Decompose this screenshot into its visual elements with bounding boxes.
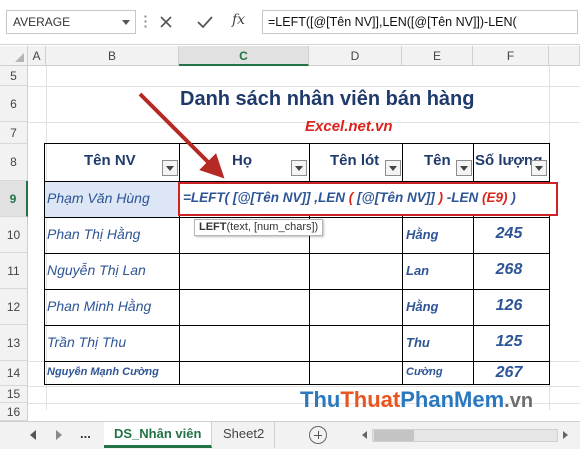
- select-all-button[interactable]: [0, 46, 28, 66]
- select-all-icon: [15, 53, 24, 62]
- table-border: [44, 325, 550, 326]
- table-cell-ten[interactable]: Hằng: [406, 299, 439, 314]
- gridline: [28, 122, 580, 123]
- sheet-title: Danh sách nhân viên bán hàng: [180, 88, 475, 110]
- horizontal-scrollbar[interactable]: [360, 428, 580, 443]
- table-cell-quantity[interactable]: 267: [474, 364, 544, 382]
- row-header-16[interactable]: 16: [0, 403, 28, 421]
- scroll-left-icon[interactable]: [30, 430, 36, 440]
- watermark: ThuThuatPhanMem.vn: [300, 387, 534, 412]
- row-header-11[interactable]: 11: [0, 253, 28, 289]
- filter-dropdown-icon[interactable]: [531, 160, 547, 176]
- column-header-a[interactable]: A: [28, 46, 46, 66]
- scroll-right-icon[interactable]: [563, 431, 568, 439]
- column-header-e[interactable]: E: [402, 46, 473, 66]
- sheet-tab-ds-nhan-vien[interactable]: DS_Nhân viên: [104, 422, 213, 448]
- filter-dropdown-icon[interactable]: [385, 160, 401, 176]
- column-header-extra: [549, 46, 580, 66]
- table-border: [44, 289, 550, 290]
- table-cell-ten[interactable]: Thu: [406, 335, 430, 350]
- table-cell-quantity[interactable]: 245: [474, 225, 544, 243]
- table-cell-name[interactable]: Nguyễn Thị Lan: [47, 262, 146, 278]
- cell-edit-formula[interactable]: =LEFT( [@[Tên NV]] ,LEN ( [@[Tên NV]] ) …: [178, 182, 558, 216]
- table-border: [44, 253, 550, 254]
- insert-function-button[interactable]: fx: [232, 12, 245, 28]
- scroll-right-icon[interactable]: [56, 430, 62, 440]
- row-header-6[interactable]: 6: [0, 86, 28, 122]
- row-header-9[interactable]: 9: [0, 181, 28, 217]
- row-header-14[interactable]: 14: [0, 361, 28, 386]
- table-cell-quantity[interactable]: 268: [474, 261, 544, 279]
- sheet-tab-sheet2[interactable]: Sheet2: [213, 422, 276, 448]
- sheet-tab-bar: ... DS_Nhân viên Sheet2: [0, 421, 580, 449]
- add-sheet-icon[interactable]: [309, 426, 327, 444]
- table-cell-name[interactable]: Trần Thị Thu: [47, 334, 126, 350]
- function-tooltip[interactable]: LEFT(text, [num_chars]): [194, 219, 324, 236]
- table-cell-ten[interactable]: Cường: [406, 366, 443, 378]
- filter-dropdown-icon[interactable]: [162, 160, 178, 176]
- column-header-d[interactable]: D: [309, 46, 402, 66]
- table-cell-ten[interactable]: Hằng: [406, 227, 439, 242]
- brand-label: Excel.net.vn: [305, 118, 393, 135]
- row-header-10[interactable]: 10: [0, 217, 28, 253]
- column-header-f[interactable]: F: [473, 46, 549, 66]
- chevron-down-icon[interactable]: [122, 20, 130, 25]
- formula-text: =LEFT([@[Tên NV]],LEN([@[Tên NV]])-LEN(: [268, 15, 517, 29]
- table-header-ten-lot: Tên lót: [330, 152, 380, 169]
- scroll-left-icon[interactable]: [362, 431, 367, 439]
- row-header-8[interactable]: 8: [0, 144, 28, 181]
- enter-button[interactable]: [188, 10, 220, 34]
- table-cell-name[interactable]: Phan Minh Hằng: [47, 298, 151, 314]
- name-box[interactable]: AVERAGE: [6, 10, 136, 34]
- table-cell-name[interactable]: Phan Thị Hằng: [47, 226, 140, 242]
- table-cell-quantity[interactable]: 125: [474, 333, 544, 351]
- filter-dropdown-icon[interactable]: [291, 160, 307, 176]
- table-border: [179, 143, 180, 385]
- table-border: [309, 143, 310, 385]
- formula-bar: AVERAGE fx =LEFT([@[Tên NV]],LEN([@[Tên …: [0, 0, 580, 46]
- close-icon: [160, 16, 172, 28]
- table-border: [549, 143, 550, 385]
- row-header-13[interactable]: 13: [0, 325, 28, 361]
- divider: [0, 44, 580, 45]
- row-header-5[interactable]: 5: [0, 66, 28, 86]
- table-border: [44, 361, 550, 362]
- gridline: [28, 86, 580, 87]
- cancel-button[interactable]: [150, 10, 182, 34]
- column-header-c[interactable]: C: [179, 46, 309, 66]
- more-sheets-button[interactable]: ...: [80, 426, 91, 441]
- row-header-15[interactable]: 15: [0, 386, 28, 403]
- table-header-ten-nv: Tên NV: [84, 152, 136, 169]
- formula-input[interactable]: =LEFT([@[Tên NV]],LEN([@[Tên NV]])-LEN(: [262, 10, 578, 34]
- drag-handle-icon[interactable]: [144, 14, 147, 30]
- name-box-value: AVERAGE: [13, 15, 71, 29]
- table-cell-ten[interactable]: Lan: [406, 263, 429, 278]
- table-header-ho: Họ: [232, 152, 252, 169]
- table-cell-quantity[interactable]: 126: [474, 297, 544, 315]
- row-header-12[interactable]: 12: [0, 289, 28, 325]
- row-header-7[interactable]: 7: [0, 122, 28, 144]
- column-header-b[interactable]: B: [46, 46, 179, 66]
- scrollbar-thumb[interactable]: [374, 430, 414, 441]
- checkmark-icon: [197, 16, 213, 29]
- filter-dropdown-icon[interactable]: [456, 160, 472, 176]
- table-border: [44, 217, 550, 218]
- cell-edit-text: =LEFT( [@[Tên NV]] ,LEN ( [@[Tên NV]] ) …: [183, 190, 516, 205]
- table-cell-name[interactable]: Phạm Văn Hùng: [47, 190, 150, 206]
- table-border: [44, 143, 45, 385]
- table-border: [402, 143, 403, 385]
- table-border: [44, 384, 550, 385]
- table-cell-name[interactable]: Nguyễn Mạnh Cường: [47, 366, 159, 378]
- formula-buttons: fx: [150, 10, 258, 34]
